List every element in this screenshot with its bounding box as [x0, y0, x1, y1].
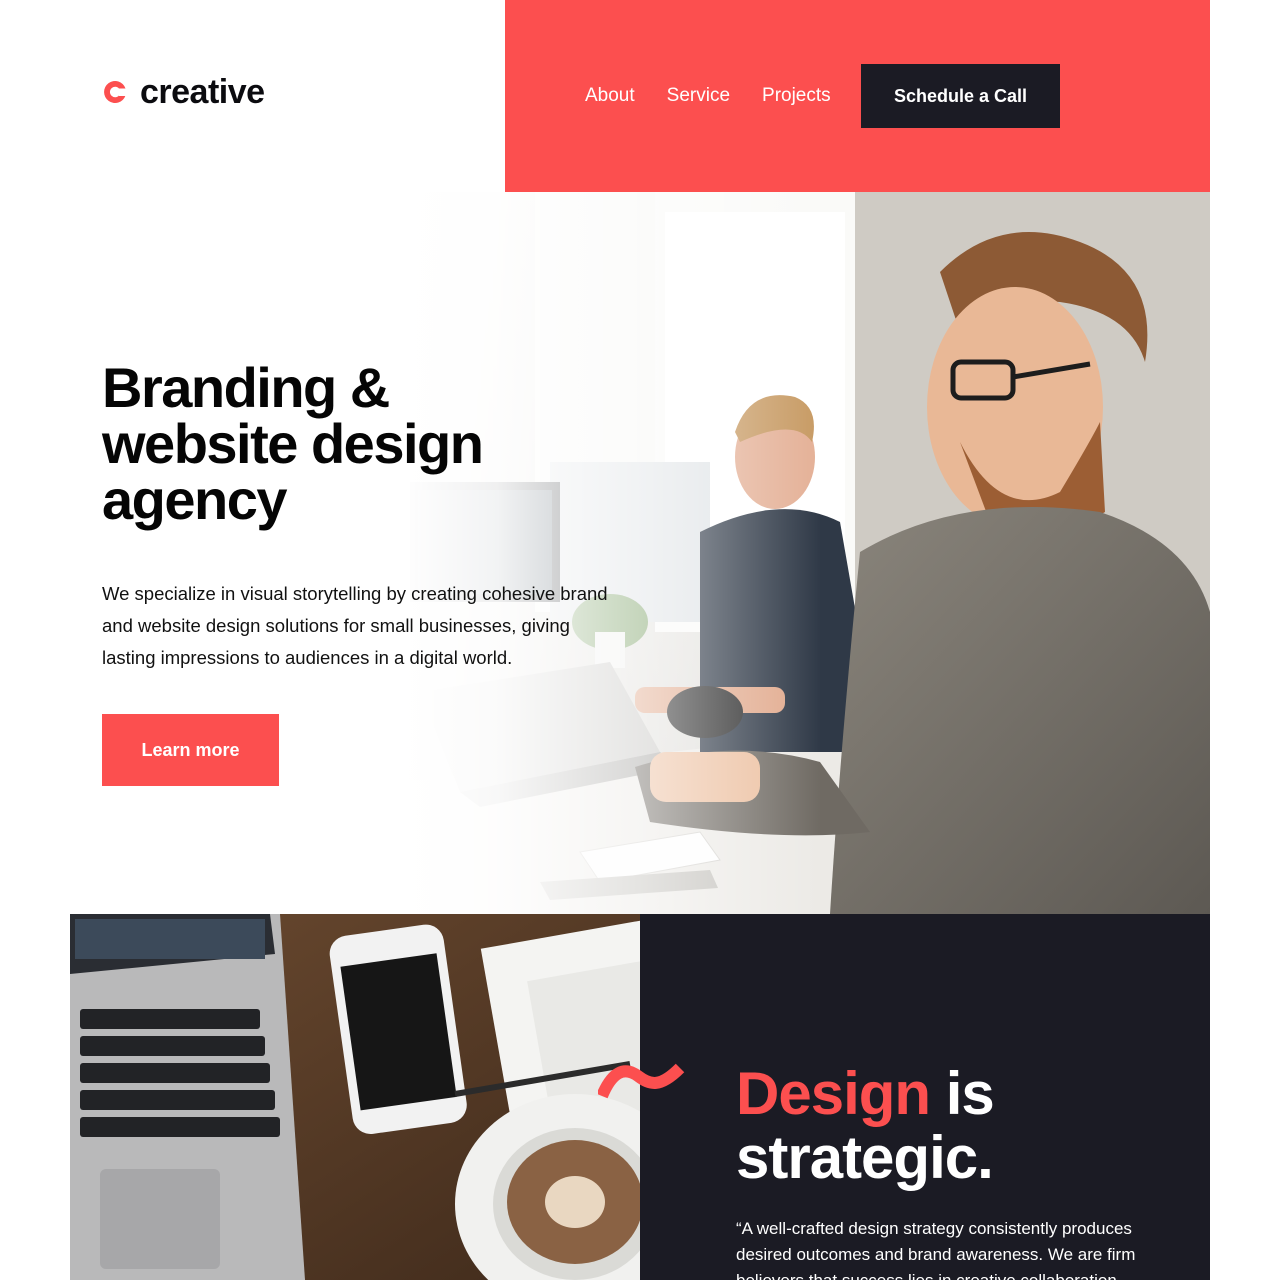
logo-link[interactable]: creative [102, 70, 265, 114]
hero-description: We specialize in visual storytelling by … [102, 583, 608, 668]
desk-flatlay-image [70, 914, 640, 1280]
strategy-title-accent: Design [736, 1060, 931, 1127]
learn-more-button[interactable]: Learn more [102, 714, 279, 786]
nav-link-projects[interactable]: Projects [762, 85, 831, 107]
squiggle-icon [598, 1063, 685, 1099]
strategy-quote: “A well-crafted design strategy consiste… [736, 1219, 1136, 1280]
nav-link-about[interactable]: About [585, 85, 635, 107]
hero-office-image [400, 192, 1210, 914]
logo-text: creative [140, 72, 265, 111]
hero-title: Branding & website design agency [102, 356, 484, 531]
strategy-title: Design is strategic. [736, 1062, 1156, 1190]
logo-c-icon [104, 81, 127, 103]
nav-link-service[interactable]: Service [667, 85, 730, 107]
schedule-call-button[interactable]: Schedule a Call [861, 64, 1060, 128]
main-nav: About Service Projects [585, 64, 863, 128]
